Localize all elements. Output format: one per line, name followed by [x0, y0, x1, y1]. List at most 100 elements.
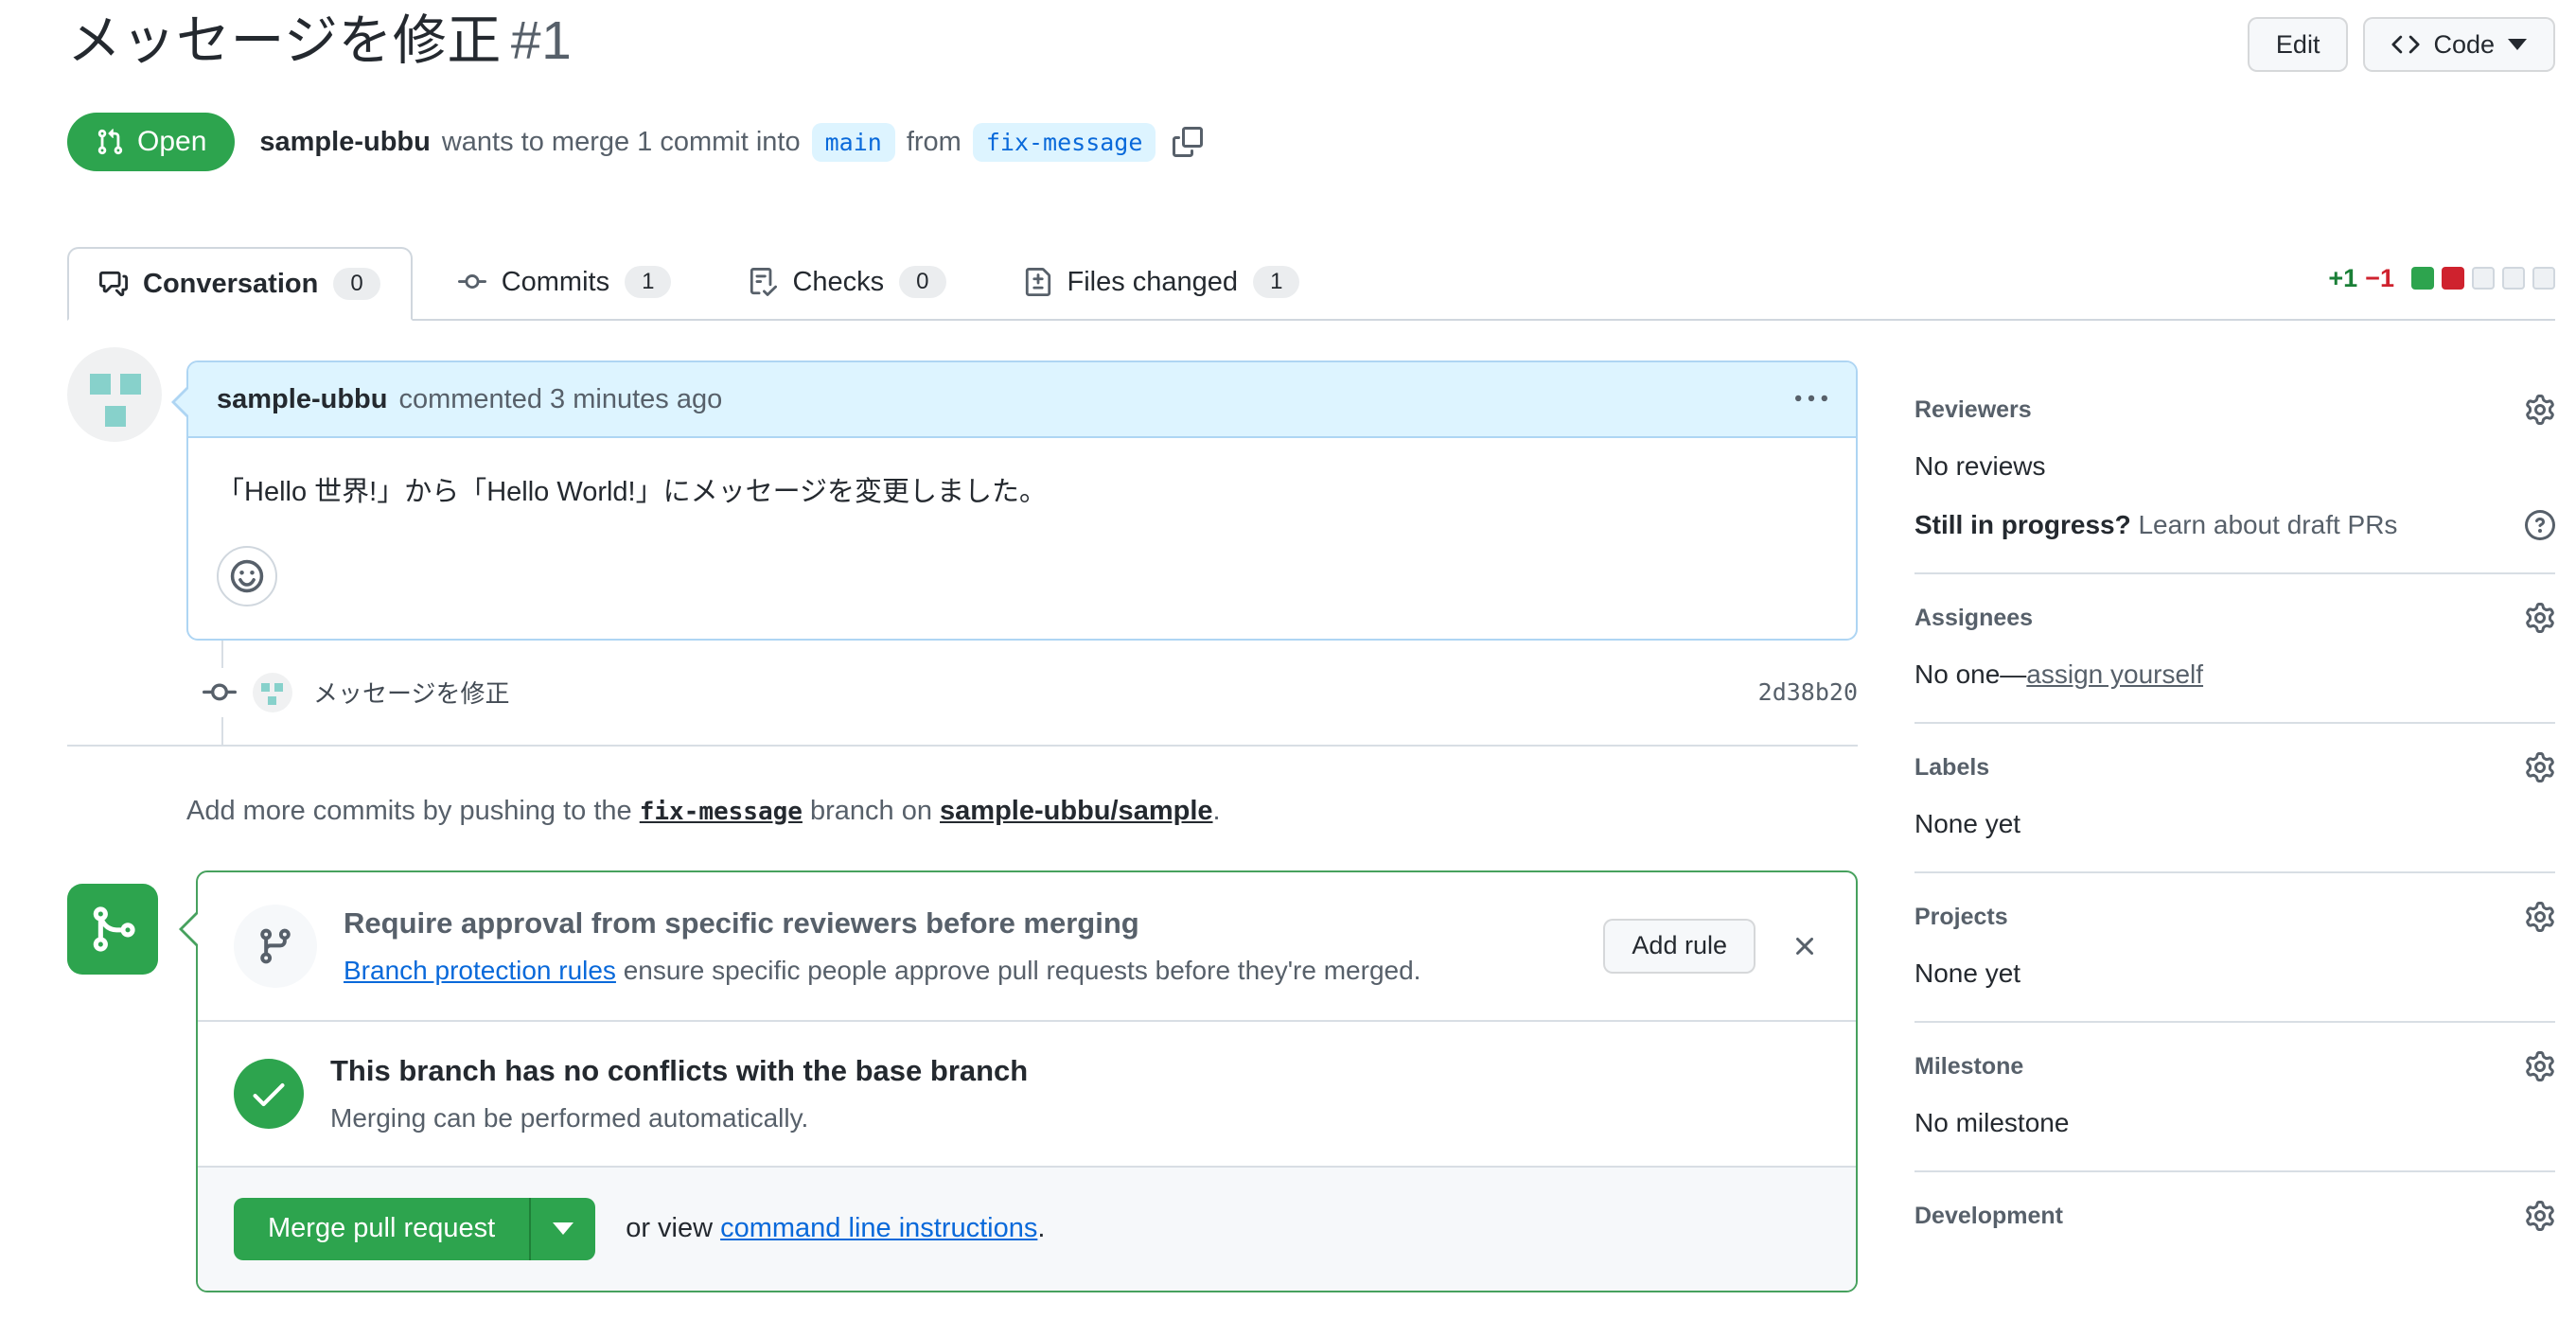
comment-text: 「Hello 世界!」から「Hello World!」にメッセージを変更しました…	[217, 477, 1048, 508]
dismiss-button[interactable]	[1790, 931, 1820, 961]
comment-options-button[interactable]	[1795, 383, 1827, 415]
push-hint-repo-link[interactable]: sample-ubbu/sample	[940, 796, 1212, 826]
command-line-instructions-link[interactable]: command line instructions	[720, 1213, 1037, 1243]
gear-icon	[2525, 1051, 2555, 1081]
branch-protection-description-text: ensure specific people approve pull requ…	[623, 955, 1421, 985]
sidebar-section-reviewers: Reviewers No reviews Still in progress? …	[1914, 360, 2555, 575]
mergeability-title: This branch has no conflicts with the ba…	[330, 1053, 1029, 1087]
merge-pull-request-button[interactable]: Merge pull request	[234, 1198, 529, 1260]
pr-content: sample-ubbu commented 3 minutes ago 「Hel…	[67, 347, 2555, 1292]
development-settings-button[interactable]	[2525, 1201, 2555, 1231]
code-icon	[2391, 30, 2420, 59]
head-branch-pill[interactable]: fix-message	[972, 122, 1156, 162]
diffstat-block-deleted	[2442, 267, 2464, 290]
git-pull-request-icon	[96, 128, 124, 156]
commit-message-link[interactable]: メッセージを修正	[313, 675, 509, 710]
comment-author[interactable]: sample-ubbu	[217, 384, 387, 415]
diffstat-deletions: −1	[2365, 263, 2394, 292]
branch-protection-row: Require approval from specific reviewers…	[198, 872, 1856, 1020]
tab-checks[interactable]: Checks 0	[716, 245, 978, 319]
smiley-icon	[229, 558, 265, 594]
pr-header: メッセージを修正 #1 Edit Code	[67, 8, 2555, 75]
draft-hint-row: Still in progress? Learn about draft PRs	[1914, 510, 2555, 540]
avatar[interactable]	[67, 347, 162, 443]
projects-title: Projects	[1914, 903, 2008, 930]
copy-branch-button[interactable]	[1173, 127, 1203, 157]
diffstat[interactable]: +1 −1	[2328, 264, 2555, 301]
assign-yourself-link[interactable]: assign yourself	[2026, 659, 2203, 689]
push-hint-branch-link[interactable]: fix-message	[640, 798, 803, 826]
identicon-square	[120, 374, 141, 396]
milestone-settings-button[interactable]	[2525, 1051, 2555, 1081]
tab-commits-label: Commits	[501, 266, 610, 297]
merge-button-label: Merge pull request	[268, 1213, 496, 1244]
learn-draft-prs-link[interactable]: Learn about draft PRs	[2138, 510, 2397, 539]
reviewers-empty-text: No reviews	[1914, 451, 2046, 482]
tab-files-changed[interactable]: Files changed 1	[992, 245, 1332, 319]
code-button[interactable]: Code	[2363, 17, 2555, 72]
milestone-heading[interactable]: Milestone	[1914, 1051, 2555, 1081]
chevron-down-icon	[2508, 39, 2527, 50]
git-commit-icon	[203, 667, 237, 717]
projects-empty-text: None yet	[1914, 958, 2021, 989]
checklist-icon	[749, 268, 777, 296]
merge-sentence: sample-ubbu wants to merge 1 commit into…	[259, 122, 1203, 162]
kebab-horizontal-icon	[1795, 383, 1827, 415]
tab-conversation[interactable]: Conversation 0	[67, 247, 413, 322]
add-rule-button-label: Add rule	[1632, 931, 1727, 960]
mergeability-text: This branch has no conflicts with the ba…	[330, 1054, 1028, 1134]
assignees-settings-button[interactable]	[2525, 603, 2555, 633]
projects-heading[interactable]: Projects	[1914, 902, 2555, 932]
pr-title-text: メッセージを修正	[67, 10, 502, 71]
development-heading[interactable]: Development	[1914, 1201, 2555, 1231]
milestone-title: Milestone	[1914, 1052, 2024, 1080]
reviewers-settings-button[interactable]	[2525, 395, 2555, 425]
tab-commits[interactable]: Commits 1	[426, 245, 704, 319]
reviewers-heading[interactable]: Reviewers	[1914, 395, 2555, 425]
merge-sentence-part2: from	[906, 126, 962, 157]
base-branch-pill[interactable]: main	[811, 122, 895, 162]
labels-heading[interactable]: Labels	[1914, 752, 2555, 782]
commit-sha-link[interactable]: 2d38b20	[1758, 678, 1858, 706]
branch-protection-text: Require approval from specific reviewers…	[344, 906, 1420, 986]
copy-icon	[1173, 127, 1203, 157]
branch-protection-rules-link[interactable]: Branch protection rules	[344, 956, 616, 985]
sidebar-section-development: Development	[1914, 1172, 2555, 1263]
page-title: メッセージを修正 #1	[67, 8, 2555, 75]
timeline-comment: sample-ubbu commented 3 minutes ago 「Hel…	[67, 347, 1858, 641]
merge-sentence-part1: wants to merge 1 commit into	[441, 126, 801, 157]
sidebar-section-projects: Projects None yet	[1914, 873, 2555, 1024]
gear-icon	[2525, 752, 2555, 782]
file-diff-icon	[1024, 268, 1052, 296]
labels-settings-button[interactable]	[2525, 752, 2555, 782]
draft-hint-text: Still in progress? Learn about draft PRs	[1914, 510, 2397, 540]
edit-button[interactable]: Edit	[2247, 17, 2349, 72]
diffstat-additions: +1	[2328, 263, 2358, 292]
branch-protection-description: Branch protection rules ensure specific …	[344, 956, 1420, 986]
cli-hint-period: .	[1037, 1213, 1046, 1244]
sidebar-section-assignees: Assignees No one—assign yourself	[1914, 574, 2555, 725]
push-hint-period: .	[1212, 795, 1221, 826]
tab-files-changed-count: 1	[1253, 266, 1300, 299]
branch-protection-actions: Add rule	[1603, 918, 1820, 974]
sidebar-section-labels: Labels None yet	[1914, 724, 2555, 874]
push-hint: Add more commits by pushing to the fix-m…	[186, 796, 1858, 827]
git-merge-icon	[67, 883, 158, 975]
merge-panel: Require approval from specific reviewers…	[179, 870, 1858, 1292]
add-reaction-button[interactable]	[217, 545, 277, 606]
info-icon	[2525, 510, 2555, 540]
projects-settings-button[interactable]	[2525, 902, 2555, 932]
identicon-square	[268, 695, 276, 705]
draft-info-button[interactable]	[2525, 510, 2555, 540]
commit-avatar[interactable]	[253, 672, 292, 712]
assignees-heading[interactable]: Assignees	[1914, 603, 2555, 633]
add-rule-button[interactable]: Add rule	[1603, 918, 1756, 974]
comment-header: sample-ubbu commented 3 minutes ago	[171, 362, 1856, 439]
merge-options-dropdown-button[interactable]	[529, 1197, 595, 1260]
tab-conversation-label: Conversation	[143, 268, 319, 299]
cli-hint-text: or view	[626, 1213, 714, 1244]
git-commit-icon	[458, 268, 486, 296]
identicon-square	[261, 682, 270, 692]
gear-icon	[2525, 1201, 2555, 1231]
pr-author[interactable]: sample-ubbu	[259, 127, 430, 158]
